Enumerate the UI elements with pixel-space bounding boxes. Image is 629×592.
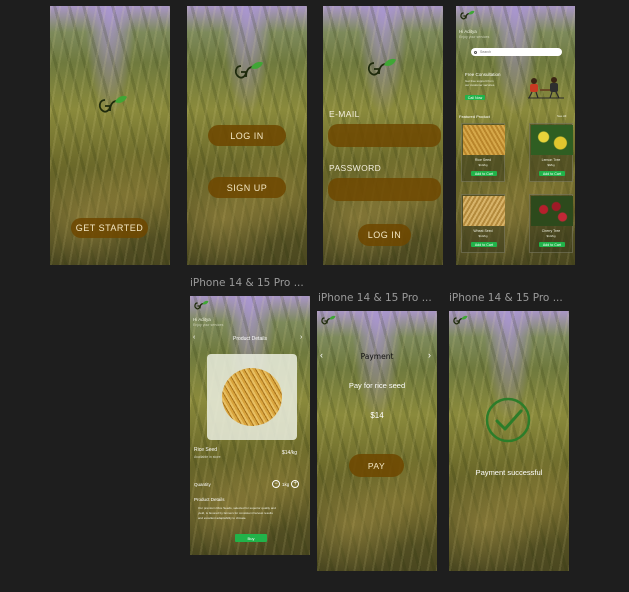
rice-seed-image (222, 368, 282, 426)
product-details-header: Product Details (233, 336, 267, 342)
product-price: $14/kg (546, 234, 556, 238)
quantity-value: 1kg (282, 481, 290, 487)
details-text-line: and excellent adaptability to climate. (198, 516, 247, 520)
app-logo (320, 315, 336, 326)
product-name: Rice Seed (194, 447, 218, 453)
product-image-panel (207, 354, 297, 440)
screen-payment-success: Payment successful (449, 311, 569, 571)
success-check-icon (484, 396, 532, 449)
product-image (463, 125, 505, 155)
add-to-cart-button[interactable]: Add to Cart (539, 171, 565, 176)
chevron-right-icon[interactable]: › (300, 334, 302, 341)
app-logo (459, 10, 475, 21)
search-input[interactable]: Search (471, 48, 562, 56)
app-logo (232, 60, 264, 82)
add-to-cart-button[interactable]: Add to Cart (471, 171, 497, 176)
product-name: Cherry Tree (541, 229, 561, 233)
product-image (531, 196, 573, 226)
search-icon (474, 50, 477, 54)
see-all-link[interactable]: See All (557, 114, 566, 118)
app-logo (193, 300, 209, 311)
product-price: $14/kg (282, 450, 298, 456)
add-to-cart-button[interactable]: Add to Cart (471, 242, 497, 247)
chevron-right-icon[interactable]: › (428, 350, 431, 360)
password-label: PASSWORD (329, 163, 382, 173)
pay-button[interactable]: PAY (349, 454, 404, 477)
login-submit-button[interactable]: LOG IN (358, 224, 411, 246)
buy-button[interactable]: Buy (235, 534, 267, 542)
details-text-line: yield, is favored by farmers for consist… (198, 511, 273, 515)
greeting: Hi Aditya (193, 317, 211, 322)
consult-sub2: our customer services (465, 83, 495, 87)
greeting-sub: Enjoy your services (193, 323, 224, 327)
details-title: Product Details (194, 497, 225, 502)
product-price: $14/kg (478, 163, 488, 167)
screen-auth-choice: LOG IN SIGN UP (187, 6, 307, 265)
login-button[interactable]: LOG IN (208, 125, 286, 146)
get-started-button[interactable]: GET STARTED (71, 218, 148, 238)
greeting: Hi Aditya (459, 29, 477, 34)
frame-label: iPhone 14 & 15 Pro ... (318, 292, 432, 304)
app-logo (452, 315, 468, 326)
app-logo (96, 94, 128, 116)
quantity-label: Quantity (194, 482, 211, 487)
consultation-illustration (524, 74, 566, 100)
add-to-cart-button[interactable]: Add to Cart (539, 242, 565, 247)
screen-login: E-MAIL PASSWORD LOG IN (323, 6, 443, 265)
email-field[interactable] (328, 124, 441, 147)
product-card[interactable]: Lemon Tree $9/kg Add to Cart (529, 123, 573, 182)
consult-title: Free Consultation (465, 72, 501, 77)
screen-product-details: Hi Aditya Enjoy your services ‹ Product … (190, 296, 310, 555)
product-name: Lemon Tree (541, 158, 561, 162)
product-name: Rice Seed (474, 158, 492, 162)
details-text-line: Our premium Rice Seeds, selected for sup… (198, 506, 276, 510)
app-logo (365, 57, 397, 79)
greeting-sub: Enjoy your services (459, 35, 490, 39)
payment-amount: $14 (370, 411, 384, 420)
featured-heading: Featured Product (459, 114, 490, 119)
email-label: E-MAIL (329, 109, 360, 119)
signup-button[interactable]: SIGN UP (208, 177, 286, 198)
product-name: Wheat Seed (473, 229, 493, 233)
quantity-stepper[interactable]: − 1kg + (272, 480, 300, 488)
product-price: $9/kg (547, 163, 555, 167)
product-card[interactable]: Rice Seed $14/kg Add to Cart (461, 123, 505, 182)
screen-home: Hi Aditya Enjoy your services Search Fre… (456, 6, 575, 265)
product-card[interactable]: Cherry Tree $14/kg Add to Cart (529, 194, 573, 253)
plus-icon[interactable]: + (291, 480, 300, 488)
frame-label: iPhone 14 & 15 Pro ... (449, 292, 563, 304)
frame-label: iPhone 14 & 15 Pro ... (190, 277, 304, 289)
payment-title: Payment (360, 352, 394, 361)
product-image (531, 125, 573, 155)
minus-icon[interactable]: − (272, 480, 280, 488)
call-now-button[interactable]: Call Now (465, 95, 485, 100)
product-price: $14/kg (478, 234, 488, 238)
screen-payment: ‹ Payment › Pay for rice seed $14 PAY (317, 311, 437, 571)
product-image (463, 196, 505, 226)
password-field[interactable] (328, 178, 441, 201)
product-sub: Available in store (194, 455, 221, 459)
payment-success-text: Payment successful (475, 468, 543, 477)
search-placeholder: Search (480, 50, 492, 54)
product-card[interactable]: Wheat Seed $14/kg Add to Cart (461, 194, 505, 253)
pay-for-text: Pay for rice seed (348, 381, 406, 390)
screen-welcome: GET STARTED (50, 6, 170, 265)
